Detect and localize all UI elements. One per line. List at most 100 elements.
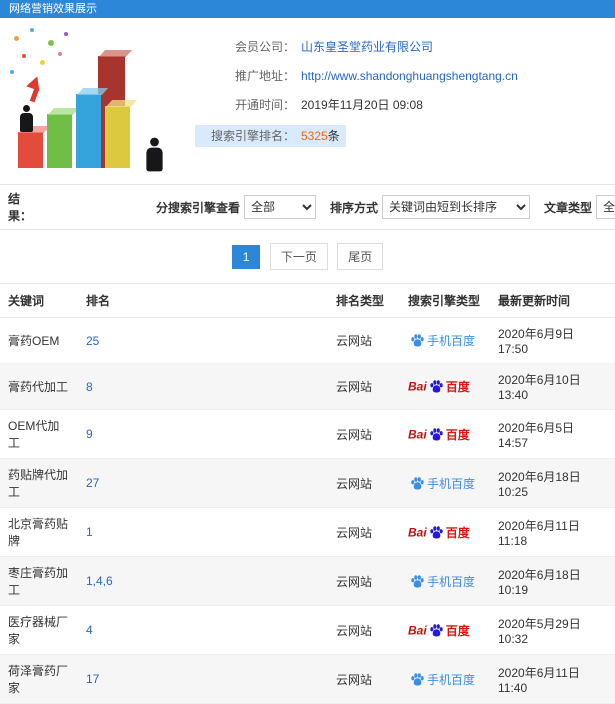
confetti-dot bbox=[10, 70, 14, 74]
baidu-paw-icon bbox=[411, 672, 424, 685]
header-engine-type: 搜索引擎类型 bbox=[400, 283, 490, 318]
table-row: 枣庄膏药加工 1,4,6 云网站 手机百度 2020年6月18日 10:19 bbox=[0, 556, 615, 606]
baidu-logo-cn: 百度 bbox=[445, 427, 470, 442]
rank-type-cell: 云网站 bbox=[328, 458, 400, 508]
next-page-button[interactable]: 下一页 bbox=[269, 243, 328, 270]
article-type-select[interactable]: 全部 bbox=[596, 195, 615, 219]
engine-cell: 手机百度 bbox=[400, 654, 490, 704]
keyword-cell: 医疗器械厂家 bbox=[0, 605, 78, 655]
rank-type-cell: 云网站 bbox=[328, 507, 400, 557]
rank-cell[interactable]: 4 bbox=[78, 605, 328, 655]
keyword-cell: OEM代加工 bbox=[0, 409, 78, 459]
engine-filter-label: 分搜索引擎查看 bbox=[156, 200, 241, 215]
keyword-cell: 药贴牌代加工 bbox=[0, 458, 78, 508]
baidu-paw-icon bbox=[430, 380, 443, 393]
baidu-logo-text: Bai bbox=[408, 525, 427, 539]
member-company-row: 会员公司： 山东皇圣堂药业有限公司 bbox=[195, 38, 615, 56]
updated-cell: 2020年6月5日 14:57 bbox=[490, 409, 615, 459]
rank-cell[interactable]: 9 bbox=[78, 409, 328, 459]
filter-bar: 结果： 分搜索引擎查看 全部 排序方式 关键词由短到长排序 文章类型 全部 提交 bbox=[0, 185, 615, 230]
updated-cell: 2020年6月18日 10:19 bbox=[490, 556, 615, 606]
baidu-paw-icon bbox=[430, 623, 443, 636]
growth-arrow-stem bbox=[29, 87, 40, 103]
mobile-baidu-label: 手机百度 bbox=[427, 334, 476, 348]
sort-filter-select[interactable]: 关键词由短到长排序 bbox=[382, 195, 531, 219]
engine-cell: 手机百度 bbox=[400, 317, 490, 364]
updated-cell: 2020年6月10日 13:40 bbox=[490, 363, 615, 410]
rank-type-cell: 云网站 bbox=[328, 556, 400, 606]
rank-cell[interactable]: 1,4,6 bbox=[78, 556, 328, 606]
confetti-dot bbox=[48, 40, 54, 46]
confetti-dot bbox=[64, 32, 68, 36]
member-info-section: 会员公司： 山东皇圣堂药业有限公司 推广地址： http://www.shandon… bbox=[0, 18, 615, 185]
rank-type-cell: 云网站 bbox=[328, 605, 400, 655]
rank-type-cell: 云网站 bbox=[328, 363, 400, 410]
open-time-value: 2019年11月20日 09:08 bbox=[301, 98, 423, 112]
rank-type-cell: 云网站 bbox=[328, 409, 400, 459]
keyword-cell: 荷泽膏药厂家 bbox=[0, 654, 78, 704]
engine-filter-select[interactable]: 全部 bbox=[244, 195, 317, 219]
rank-cell[interactable]: 8 bbox=[78, 363, 328, 410]
mobile-baidu-label: 手机百度 bbox=[427, 574, 476, 589]
engine-rank-label: 搜索引擎排名： bbox=[210, 129, 295, 143]
rank-type-cell: 云网站 bbox=[328, 317, 400, 364]
baidu-paw-icon bbox=[430, 525, 443, 538]
member-company-link[interactable]: 山东皇圣堂药业有限公司 bbox=[301, 40, 433, 54]
promo-url-row: 推广地址： http://www.shandonghuangshengtang.c… bbox=[195, 67, 615, 85]
header-keyword: 关键词 bbox=[0, 283, 78, 318]
rank-cell[interactable]: 27 bbox=[78, 458, 328, 508]
rank-cell[interactable]: 1 bbox=[78, 507, 328, 557]
open-time-label: 开通时间： bbox=[234, 98, 295, 112]
baidu-paw-icon bbox=[411, 574, 424, 587]
keyword-cell: 膏药代加工 bbox=[0, 363, 78, 410]
member-info-rows: 会员公司： 山东皇圣堂药业有限公司 推广地址： http://www.shandon… bbox=[195, 18, 615, 184]
engine-cell: Bai 百度 bbox=[400, 507, 490, 557]
confetti-dot bbox=[22, 54, 26, 58]
header-rank-type: 排名类型 bbox=[328, 283, 400, 318]
engine-cell: Bai 百度 bbox=[400, 363, 490, 410]
result-label: 结果： bbox=[8, 192, 33, 223]
chart-bar bbox=[105, 100, 138, 168]
engine-cell: 手机百度 bbox=[400, 556, 490, 606]
updated-cell: 2020年6月11日 11:40 bbox=[490, 654, 615, 704]
engine-rank-count: 5325 bbox=[301, 129, 328, 143]
chart-bar bbox=[76, 88, 109, 168]
baidu-logo-text: Bai bbox=[408, 427, 427, 441]
updated-cell: 2020年6月18日 10:25 bbox=[490, 458, 615, 508]
baidu-logo-text: Bai bbox=[408, 623, 427, 637]
businessman-figure bbox=[146, 137, 163, 172]
engine-rank-suffix: 条 bbox=[327, 129, 340, 143]
mobile-baidu-label: 手机百度 bbox=[427, 476, 476, 491]
last-page-button[interactable]: 尾页 bbox=[337, 243, 384, 270]
promo-url-link[interactable]: http://www.shandonghuangshengtang.cn bbox=[301, 69, 518, 83]
table-header-row: 关键词 排名 排名类型 搜索引擎类型 最新更新时间 bbox=[0, 283, 615, 318]
member-company-label: 会员公司： bbox=[234, 40, 295, 54]
filter-group: 分搜索引擎查看 全部 排序方式 关键词由短到长排序 文章类型 全部 提交 bbox=[142, 194, 615, 221]
rank-cell[interactable]: 25 bbox=[78, 317, 328, 364]
engine-rank-row: 搜索引擎排名： 5325条 bbox=[195, 125, 615, 147]
baidu-paw-icon bbox=[430, 427, 443, 440]
mobile-baidu-label: 手机百度 bbox=[427, 672, 476, 687]
rank-cell[interactable]: 17 bbox=[78, 654, 328, 704]
page-title: 网络营销效果展示 bbox=[0, 0, 615, 18]
baidu-paw-icon bbox=[411, 476, 424, 489]
engine-rank-highlight: 搜索引擎排名： 5325条 bbox=[195, 125, 346, 147]
updated-cell: 2020年6月11日 11:18 bbox=[490, 507, 615, 557]
table-row: 医疗器械厂家 4 云网站 Bai 百度 2020年5月29日 10:32 bbox=[0, 605, 615, 655]
keyword-cell: 枣庄膏药加工 bbox=[0, 556, 78, 606]
article-type-label: 文章类型 bbox=[544, 200, 593, 215]
header-rank: 排名 bbox=[78, 283, 328, 318]
chart-bar bbox=[18, 126, 51, 168]
page-1-button[interactable]: 1 bbox=[231, 245, 261, 269]
updated-cell: 2020年5月29日 10:32 bbox=[490, 605, 615, 655]
baidu-logo-cn: 百度 bbox=[445, 380, 470, 394]
table-row: 药贴牌代加工 27 云网站 手机百度 2020年6月18日 10:25 bbox=[0, 458, 615, 508]
businessman-figure bbox=[20, 105, 33, 132]
engine-cell: Bai 百度 bbox=[400, 409, 490, 459]
table-row: 荷泽膏药厂家 17 云网站 手机百度 2020年6月11日 11:40 bbox=[0, 654, 615, 704]
confetti-dot bbox=[30, 28, 34, 32]
chart-bar bbox=[47, 108, 80, 168]
open-time-row: 开通时间： 2019年11月20日 09:08 bbox=[195, 96, 615, 114]
engine-cell: Bai 百度 bbox=[400, 605, 490, 655]
keyword-cell: 北京膏药贴牌 bbox=[0, 507, 78, 557]
